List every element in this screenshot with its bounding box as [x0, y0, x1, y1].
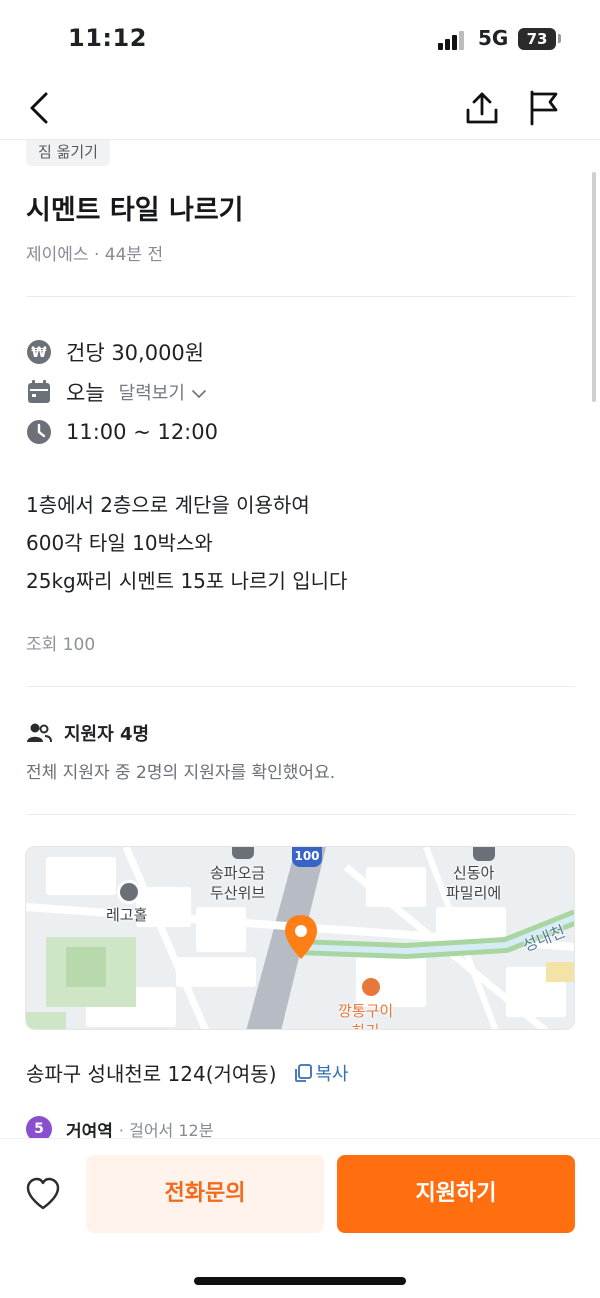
copy-icon: [294, 1063, 312, 1082]
place-marker-icon: [117, 880, 141, 904]
status-bar: 11:12 5G 73: [0, 0, 600, 80]
post-time: 44분 전: [104, 245, 164, 265]
location-pin-icon: [285, 915, 317, 959]
location-map[interactable]: 100 송파오금 두산위브 신동아 파밀리에 레고홀 깡통구이 하기 성내천: [25, 846, 575, 1030]
pay-text: 건당 30,000원: [66, 341, 205, 365]
post-title: 시멘트 타일 나르기: [26, 195, 244, 226]
heart-icon[interactable]: [24, 1175, 62, 1213]
map-label-place: 송파오금 두산위브: [210, 864, 266, 902]
scrollbar[interactable]: [592, 172, 596, 402]
station-name: 거여역: [66, 1121, 113, 1141]
view-count: 조회 100: [26, 635, 96, 655]
post-meta: 제이에스 · 44분 전: [26, 240, 163, 265]
chevron-left-icon[interactable]: [18, 86, 62, 130]
applicant-count: 지원자 4명: [64, 724, 150, 745]
calendar-link[interactable]: 달력보기: [119, 379, 207, 405]
share-icon[interactable]: [460, 86, 504, 130]
status-time: 11:12: [68, 24, 147, 52]
calendar-icon: [28, 380, 50, 403]
subway-line-badge: 5: [26, 1116, 52, 1140]
divider: [26, 686, 575, 687]
description-line: 25kg짜리 시멘트 15포 나르기 입니다: [26, 569, 348, 593]
category-chip[interactable]: 짐 옮기기: [26, 140, 110, 166]
apply-button[interactable]: 지원하기: [337, 1155, 575, 1233]
battery-icon: 73: [518, 28, 556, 50]
flag-icon[interactable]: [522, 86, 566, 130]
post-content[interactable]: 짐 옮기기 시멘트 타일 나르기 제이에스 · 44분 전 ₩ 건당 30,00…: [0, 140, 600, 1140]
station-row: 5 거여역 · 걸어서 12분: [26, 1116, 213, 1140]
applicant-description: 전체 지원자 중 2명의 지원자를 확인했어요.: [26, 763, 336, 783]
battery-tip: [558, 34, 561, 43]
description-line: 1층에서 2층으로 계단을 이용하여: [26, 493, 310, 517]
people-icon: [27, 723, 52, 743]
time-range-text: 11:00 ~ 12:00: [66, 420, 218, 444]
date-text: 오늘: [66, 381, 105, 405]
meta-separator: ·: [93, 245, 100, 265]
building-icon: [473, 847, 495, 861]
date-row: 오늘 달력보기: [26, 377, 207, 407]
signal-icon: [438, 30, 468, 50]
calendar-link-label: 달력보기: [118, 383, 185, 404]
network-label: 5G: [478, 26, 509, 50]
bottom-action-bar: 전화문의 지원하기: [0, 1138, 600, 1298]
call-inquiry-button[interactable]: 전화문의: [86, 1155, 324, 1233]
divider: [26, 814, 575, 815]
won-icon: ₩: [27, 340, 51, 364]
address-text: 송파구 성내천로 124(거여동): [26, 1062, 277, 1086]
copy-address-button[interactable]: 복사: [293, 1060, 349, 1086]
map-label-place: 신동아 파밀리에: [446, 864, 502, 902]
divider: [26, 296, 575, 297]
svg-text:₩: ₩: [31, 345, 47, 361]
nav-bar: [0, 80, 600, 140]
restaurant-marker-icon: [359, 975, 383, 999]
address-row: 송파구 성내천로 124(거여동) 복사: [26, 1058, 349, 1087]
walk-time: · 걸어서 12분: [118, 1121, 214, 1140]
time-row: 11:00 ~ 12:00: [26, 417, 218, 447]
clock-icon: [27, 420, 51, 444]
map-label-place: 깡통구이 하기: [338, 1002, 394, 1029]
author-name[interactable]: 제이에스: [26, 245, 89, 265]
pay-row: ₩ 건당 30,000원: [26, 337, 204, 367]
building-icon: [232, 847, 254, 859]
map-label-place: 레고홀: [106, 906, 148, 924]
highway-shield-icon: 100: [292, 847, 322, 867]
post-description: 1층에서 2층으로 계단을 이용하여 600각 타일 10박스와 25kg짜리 …: [26, 486, 347, 600]
applicant-title: 지원자 4명: [26, 720, 149, 746]
description-line: 600각 타일 10박스와: [26, 531, 213, 555]
chevron-down-icon: [191, 390, 206, 399]
copy-label: 복사: [315, 1063, 349, 1085]
home-indicator: [194, 1277, 406, 1285]
